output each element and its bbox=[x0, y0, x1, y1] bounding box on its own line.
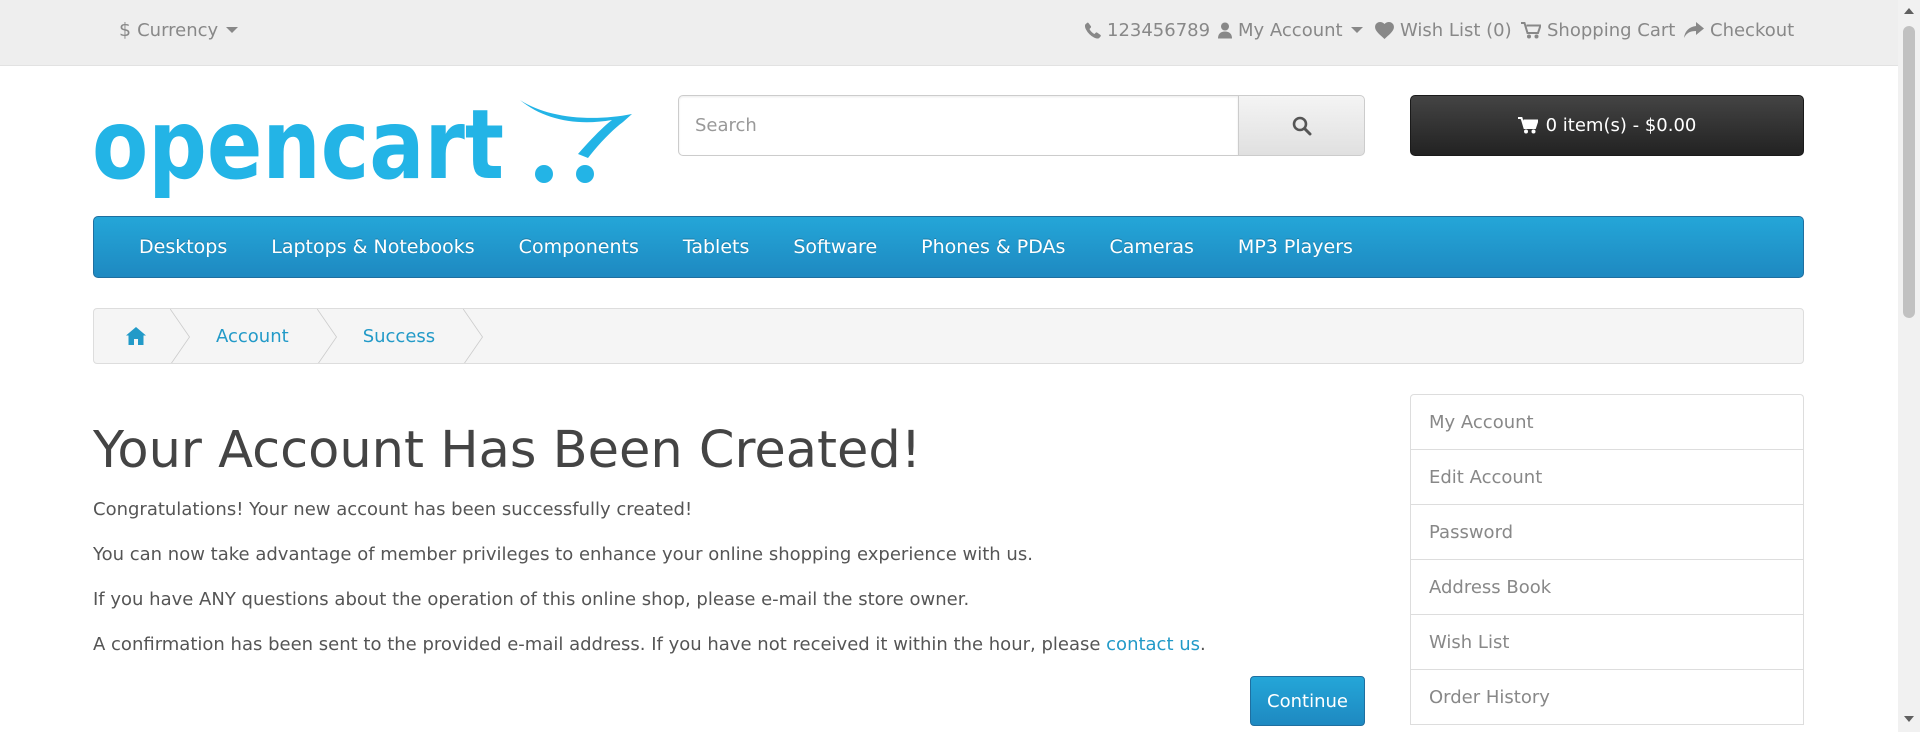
breadcrumb: Account Success bbox=[93, 308, 1804, 364]
search-input[interactable] bbox=[678, 95, 1238, 156]
share-arrow-icon bbox=[1684, 21, 1704, 38]
menu-item-desktops[interactable]: Desktops bbox=[117, 236, 249, 258]
confirmation-text: A confirmation has been sent to the prov… bbox=[93, 631, 1365, 659]
home-icon bbox=[126, 327, 146, 345]
chevron-down-icon bbox=[226, 27, 239, 33]
breadcrumb-separator bbox=[315, 309, 339, 363]
checkout-label: Checkout bbox=[1710, 19, 1795, 41]
search-icon bbox=[1292, 116, 1311, 135]
menu-item-cameras[interactable]: Cameras bbox=[1087, 236, 1215, 258]
sidebar-item-address-book[interactable]: Address Book bbox=[1411, 560, 1803, 615]
wishlist-link[interactable]: Wish List (0) bbox=[1375, 0, 1512, 60]
scroll-up-icon[interactable] bbox=[1904, 8, 1914, 14]
dollar-icon: $ bbox=[119, 19, 132, 41]
phone-number: 123456789 bbox=[1107, 19, 1211, 41]
phone-icon bbox=[1085, 22, 1101, 39]
page-scrollbar[interactable] bbox=[1898, 0, 1920, 732]
logo-text: opencart bbox=[92, 96, 504, 201]
breadcrumb-account[interactable]: Account bbox=[192, 309, 317, 363]
main-content: Your Account Has Been Created! Congratul… bbox=[93, 420, 1365, 676]
cart-summary: 0 item(s) - $0.00 bbox=[1545, 115, 1697, 136]
sidebar-item-order-history[interactable]: Order History bbox=[1411, 670, 1803, 725]
cart-button[interactable]: 0 item(s) - $0.00 bbox=[1410, 95, 1804, 156]
menu-item-phones-pdas[interactable]: Phones & PDAs bbox=[899, 236, 1087, 258]
breadcrumb-separator bbox=[462, 309, 485, 363]
search-button[interactable] bbox=[1238, 95, 1365, 156]
checkout-link[interactable]: Checkout bbox=[1684, 0, 1794, 60]
phone-link[interactable]: 123456789 bbox=[1085, 0, 1210, 60]
user-icon bbox=[1218, 22, 1232, 38]
my-account-dropdown[interactable]: My Account bbox=[1218, 0, 1363, 60]
chevron-down-icon bbox=[1350, 27, 1363, 33]
menu-item-tablets[interactable]: Tablets bbox=[661, 236, 771, 258]
main-menu: Desktops Laptops & Notebooks Components … bbox=[93, 216, 1804, 278]
menu-item-mp3-players[interactable]: MP3 Players bbox=[1216, 236, 1375, 258]
scroll-down-icon[interactable] bbox=[1904, 716, 1914, 722]
cart-icon bbox=[1521, 21, 1541, 38]
currency-dropdown[interactable]: $ Currency bbox=[119, 0, 239, 60]
sidebar-item-edit-account[interactable]: Edit Account bbox=[1411, 450, 1803, 505]
continue-button[interactable]: Continue bbox=[1250, 676, 1365, 726]
search-bar bbox=[678, 95, 1365, 156]
scrollbar-thumb[interactable] bbox=[1903, 26, 1915, 318]
heart-icon bbox=[1375, 21, 1394, 39]
congrats-text: Congratulations! Your new account has be… bbox=[93, 499, 693, 520]
menu-item-software[interactable]: Software bbox=[771, 236, 899, 258]
contact-us-link[interactable]: contact us bbox=[1106, 634, 1200, 655]
breadcrumb-separator bbox=[169, 309, 192, 363]
sidebar-item-my-account[interactable]: My Account bbox=[1411, 395, 1803, 450]
shopping-cart-link[interactable]: Shopping Cart bbox=[1521, 0, 1675, 60]
breadcrumb-success[interactable]: Success bbox=[339, 309, 463, 363]
currency-label: Currency bbox=[137, 19, 219, 41]
menu-item-components[interactable]: Components bbox=[497, 236, 661, 258]
confirmation-period: . bbox=[1200, 634, 1206, 655]
sidebar-item-wish-list[interactable]: Wish List bbox=[1411, 615, 1803, 670]
breadcrumb-home[interactable] bbox=[94, 309, 170, 363]
menu-item-laptops-notebooks[interactable]: Laptops & Notebooks bbox=[249, 236, 496, 258]
cart-icon bbox=[1517, 117, 1538, 134]
opencart-logo[interactable]: opencart bbox=[92, 89, 636, 202]
shopping-cart-label: Shopping Cart bbox=[1547, 19, 1676, 41]
sidebar-item-password[interactable]: Password bbox=[1411, 505, 1803, 560]
questions-text: If you have ANY questions about the oper… bbox=[93, 589, 970, 610]
privileges-text: You can now take advantage of member pri… bbox=[93, 544, 1033, 565]
page-title: Your Account Has Been Created! bbox=[93, 421, 922, 480]
account-sidebar: My Account Edit Account Password Address… bbox=[1410, 394, 1804, 725]
confirmation-message: A confirmation has been sent to the prov… bbox=[93, 634, 1107, 655]
top-bar: $ Currency 123456789 My Account Wish Lis… bbox=[0, 0, 1898, 66]
wishlist-label: Wish List (0) bbox=[1400, 19, 1512, 41]
my-account-label: My Account bbox=[1238, 19, 1343, 41]
